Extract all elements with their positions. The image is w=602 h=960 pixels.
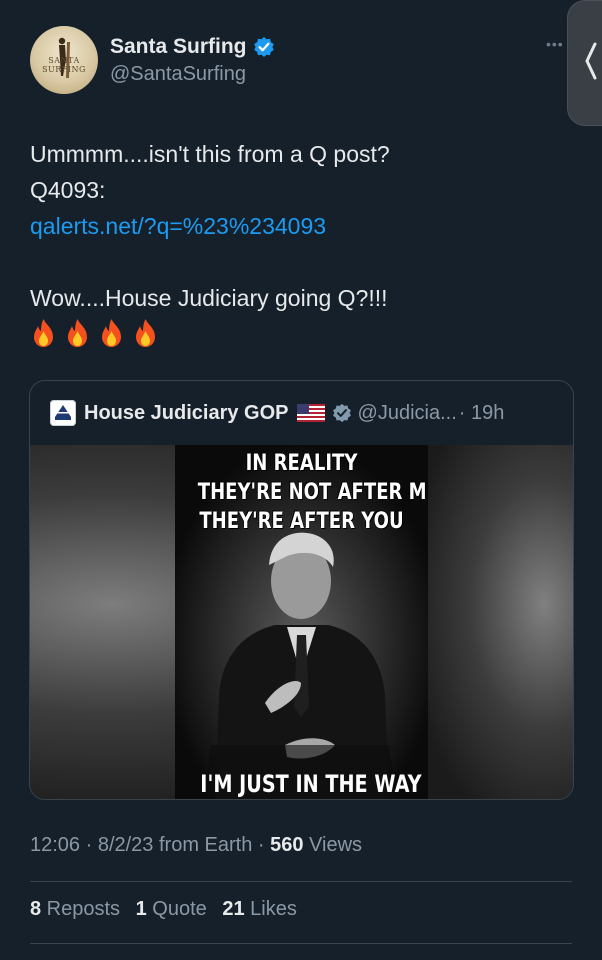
fire-icon: [34, 319, 53, 347]
meme-line: IN REALITY: [245, 451, 358, 476]
emoji-row: [30, 318, 570, 348]
meme-poster: IN REALITY THEY'RE NOT AFTER ME THEY'RE …: [175, 445, 428, 799]
likes-label: Likes: [244, 898, 297, 920]
quoted-tweet-image[interactable]: IN REALITY THEY'RE NOT AFTER ME THEY'RE …: [30, 445, 573, 799]
views-label: Views: [303, 834, 363, 856]
author-avatar[interactable]: SANTA SURFING: [30, 26, 98, 94]
quotes-count: 1: [135, 898, 147, 920]
verified-badge-icon: [332, 403, 351, 423]
us-flag-icon: [296, 404, 325, 422]
tweet-header: SANTA SURFING Santa Surfing @SantaSurfin…: [30, 26, 275, 94]
quoted-author-handle[interactable]: @Judicia...: [358, 402, 457, 425]
reposts-label: Reposts: [41, 898, 121, 920]
views-count: 560: [270, 834, 304, 856]
quoted-tweet-card[interactable]: House Judiciary GOP @Judicia... · 19h IN…: [29, 380, 574, 800]
reposts-count: 8: [30, 898, 42, 920]
meme-top-text: IN REALITY THEY'RE NOT AFTER ME THEY'RE …: [197, 449, 428, 536]
meme-line: THEY'RE AFTER YOU: [199, 509, 404, 534]
meme-bottom-text: I'M JUST IN THE WAY: [200, 770, 422, 798]
tweet-link[interactable]: qalerts.net/?q=%23%234093: [30, 208, 570, 244]
tweet-metadata: 12:06 · 8/2/23 from Earth · 560 Views: [30, 834, 362, 857]
fire-icon: [102, 319, 121, 347]
tweet-timestamp[interactable]: 12:06 · 8/2/23 from Earth ·: [30, 834, 270, 856]
author-name[interactable]: Santa Surfing: [110, 34, 275, 60]
quotes-stat[interactable]: 1 Quote: [136, 898, 207, 920]
likes-count: 21: [222, 898, 245, 920]
quoted-tweet-header: House Judiciary GOP @Judicia... · 19h: [30, 381, 573, 445]
quoted-timestamp[interactable]: · 19h: [459, 402, 505, 425]
tweet-body: Ummmm....isn't this from a Q post? Q4093…: [30, 136, 570, 348]
fire-icon: [136, 319, 155, 347]
likes-stat[interactable]: 21 Likes: [222, 898, 297, 920]
more-options-icon[interactable]: •••: [546, 36, 564, 52]
divider: [30, 881, 572, 882]
tweet-line: Q4093:: [30, 177, 106, 203]
tweet-line: Ummmm....isn't this from a Q post?: [30, 141, 390, 167]
quoted-author-avatar[interactable]: [50, 400, 76, 426]
avatar-logo-text: SANTA SURFING: [42, 56, 86, 74]
tweet-line: Wow....House Judiciary going Q?!!!: [30, 285, 388, 311]
author-display-name[interactable]: Santa Surfing: [110, 34, 247, 60]
engagement-stats: 8 Reposts 1 Quote 21 Likes: [30, 898, 307, 921]
verified-badge-icon: [253, 36, 274, 57]
fire-icon: [68, 319, 87, 347]
chevron-left-icon: [585, 42, 597, 80]
divider: [30, 943, 572, 944]
judiciary-seal-icon: [55, 405, 71, 420]
image-blur-right: [428, 445, 573, 799]
quoted-author-name[interactable]: House Judiciary GOP: [84, 402, 289, 425]
quotes-label: Quote: [146, 898, 207, 920]
meme-line: THEY'RE NOT AFTER ME: [197, 480, 428, 505]
reposts-stat[interactable]: 8 Reposts: [30, 898, 120, 920]
author-handle[interactable]: @SantaSurfing: [110, 61, 275, 87]
side-panel-handle[interactable]: [567, 0, 602, 126]
